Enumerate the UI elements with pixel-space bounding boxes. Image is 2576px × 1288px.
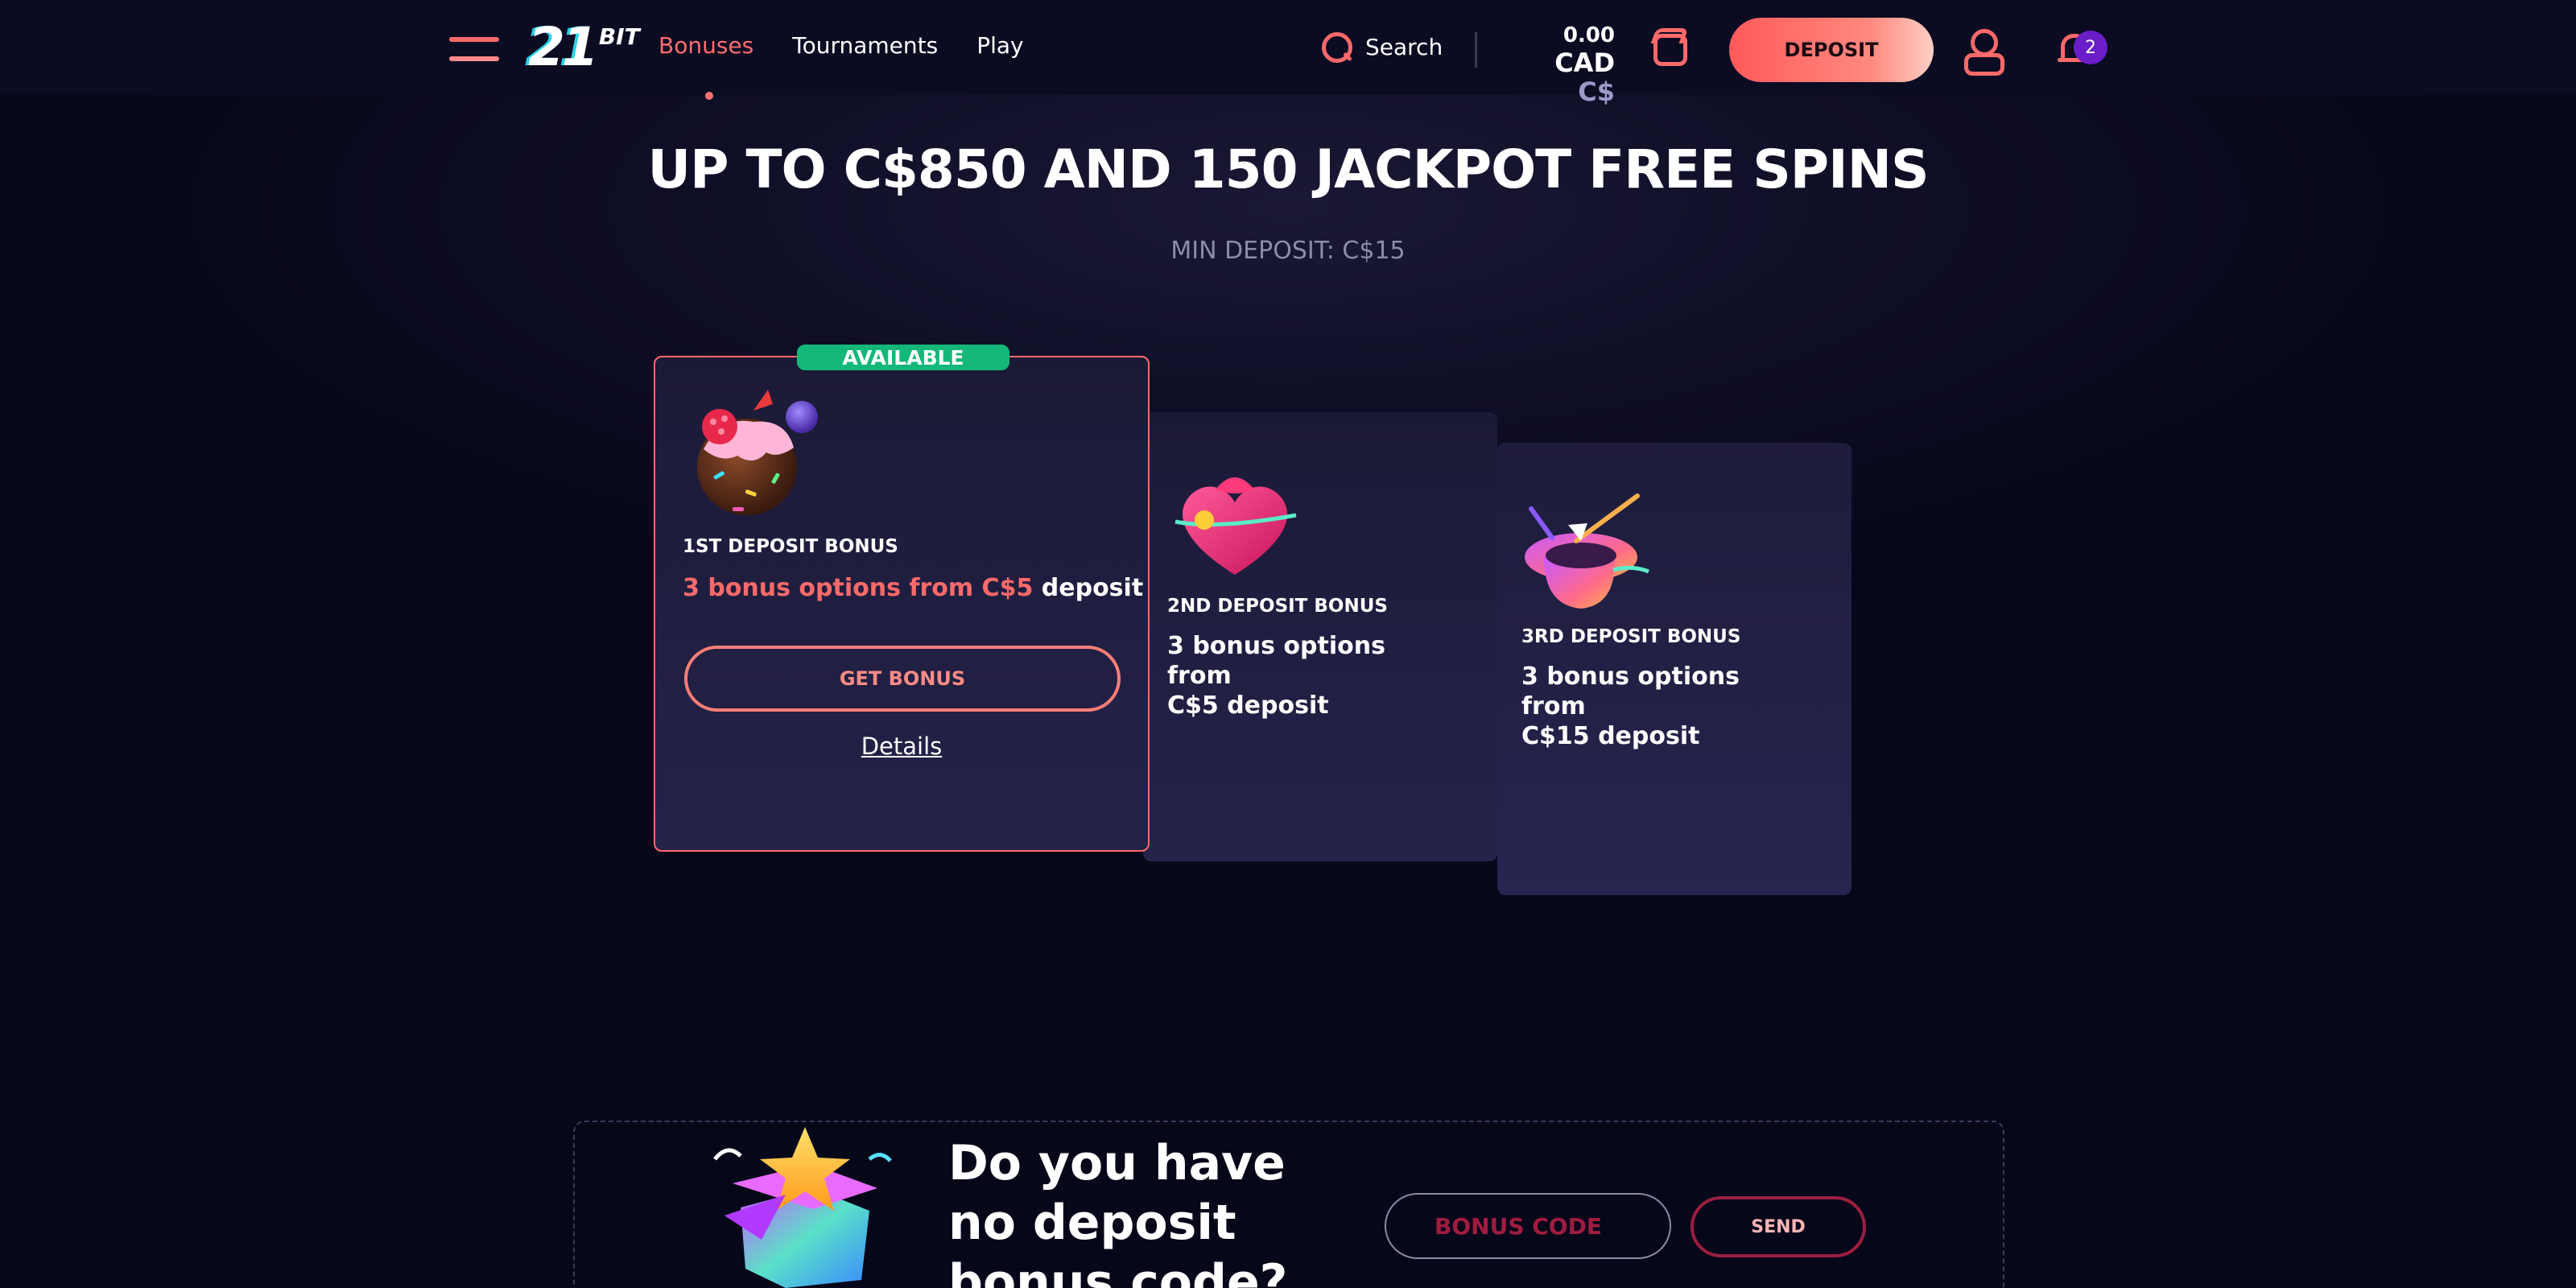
available-badge: AVAILABLE <box>797 345 1009 370</box>
main-nav: Bonuses Tournaments Play <box>658 32 1024 59</box>
top-header: 21 BIT Bonuses Tournaments Play Search 0… <box>0 0 2576 106</box>
card-3-label: 3RD DEPOSIT BONUS <box>1521 626 1741 647</box>
card-2-desc-line: 3 bonus options <box>1167 632 1385 660</box>
wallet-icon[interactable] <box>1653 34 1687 66</box>
card-1-desc-highlight: 3 bonus options from C$5 <box>683 574 1034 602</box>
send-button[interactable]: SEND <box>1690 1196 1866 1257</box>
card-3-desc-line: 3 bonus options <box>1521 663 1740 691</box>
bonus-card-1: AVAILABLE 1ST DEPOSIT BONUS 3 bonus opti… <box>654 345 1150 852</box>
search-icon <box>1320 31 1352 63</box>
get-bonus-button[interactable]: GET BONUS <box>684 646 1121 712</box>
card-1-label: 1ST DEPOSIT BONUS <box>683 536 898 557</box>
site-logo[interactable]: 21 BIT <box>528 18 640 74</box>
card-3-desc: 3 bonus options from C$15 deposit <box>1521 662 1740 751</box>
page-title: UP TO C$850 AND 150 JACKPOT FREE SPINS <box>647 138 1930 200</box>
card-1-desc: 3 bonus options from C$5 deposit <box>683 573 1143 603</box>
card-2-desc: 3 bonus options from C$5 deposit <box>1167 631 1385 720</box>
balance-amount: 0.00 <box>1563 23 1615 47</box>
gift-heart-icon <box>1174 477 1297 575</box>
card-3-desc-line: C$15 deposit <box>1521 722 1700 750</box>
min-deposit-text: MIN DEPOSIT: C$15 <box>1170 237 1406 265</box>
gift-box-icon <box>713 1127 892 1288</box>
bonus-card-2[interactable]: 2ND DEPOSIT BONUS 3 bonus options from C… <box>1143 412 1497 861</box>
menu-icon[interactable] <box>449 37 499 61</box>
header-divider <box>1475 32 1477 68</box>
search-button[interactable]: Search <box>1320 31 1443 63</box>
balance-currency: CAD <box>1554 47 1615 78</box>
card-2-desc-line: from <box>1167 662 1232 690</box>
magic-hat-icon <box>1525 493 1649 609</box>
bonus-card-3[interactable]: 3RD DEPOSIT BONUS 3 bonus options from C… <box>1497 443 1852 895</box>
card-1-desc-rest: deposit <box>1033 574 1144 602</box>
balance-symbol: C$ <box>1578 76 1615 107</box>
nav-play[interactable]: Play <box>976 32 1023 59</box>
logo-sub: BIT <box>598 23 640 50</box>
notification-badge: 2 <box>2074 31 2107 64</box>
card-3-desc-line: from <box>1521 692 1586 720</box>
bonus-code-input[interactable] <box>1385 1193 1671 1259</box>
balance-display[interactable]: 0.00 CAD C$ <box>1513 23 1615 106</box>
bonus-code-title: Do you have no deposit bonus code? <box>948 1135 1288 1288</box>
cake-icon <box>697 390 818 515</box>
nav-tournaments[interactable]: Tournaments <box>792 32 938 59</box>
details-link[interactable]: Details <box>655 733 1148 760</box>
card-2-label: 2ND DEPOSIT BONUS <box>1167 596 1388 617</box>
active-nav-indicator <box>705 92 713 100</box>
deposit-button[interactable]: DEPOSIT <box>1729 18 1934 82</box>
card-2-desc-line: C$5 deposit <box>1167 691 1329 720</box>
nav-bonuses[interactable]: Bonuses <box>658 32 753 59</box>
logo-main: 21 <box>528 16 599 78</box>
search-label: Search <box>1365 33 1443 60</box>
user-icon[interactable] <box>1963 29 2004 76</box>
